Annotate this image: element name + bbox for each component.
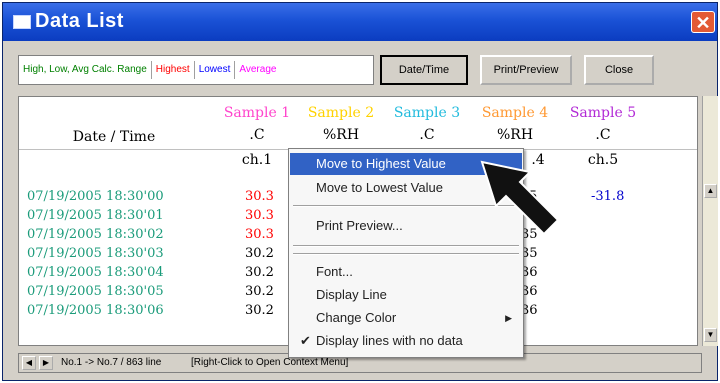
row-sample-1: 30.3 (245, 189, 274, 204)
window-icon (13, 15, 31, 29)
legend-lowest: Lowest (195, 61, 236, 79)
scroll-up-arrow-icon[interactable]: ▲ (704, 184, 717, 198)
row-sample-5: -31.8 (591, 189, 625, 204)
checkmark-icon: ✔ (300, 333, 311, 348)
menu-item-display-line[interactable]: Display Line (290, 284, 522, 306)
sample-2-unit: %RH (322, 127, 360, 143)
submenu-arrow-icon: ▶ (505, 313, 512, 323)
sample-1-unit: .C (249, 127, 265, 143)
menu-item-font[interactable]: Font... (290, 261, 522, 283)
row-datetime: 07/19/2005 18:30'04 (27, 265, 164, 280)
sample-4-header: Sample 4 (481, 105, 549, 121)
sample-4-unit: %RH (496, 127, 534, 143)
legend-box: High, Low, Avg Calc. Range Highest Lowes… (18, 55, 374, 85)
menu-item-label: Print Preview... (316, 218, 403, 233)
vertical-scrollbar[interactable]: ▲ ▼ (702, 96, 718, 346)
sample-1-header: Sample 1 (223, 105, 291, 121)
row-sample-1: 30.3 (245, 227, 274, 242)
close-button[interactable]: Close (584, 55, 654, 85)
legend-highest: Highest (152, 61, 195, 79)
sample-2-header: Sample 2 (307, 105, 375, 121)
sample-5-unit: .C (595, 127, 611, 143)
scroll-down-arrow-icon[interactable]: ▼ (704, 328, 717, 342)
prev-arrow-icon[interactable]: ◀ (22, 356, 36, 370)
legend-range: High, Low, Avg Calc. Range (19, 61, 152, 79)
menu-item-change-color[interactable]: Change Color ▶ (290, 307, 522, 329)
sample-1-channel: ch.1 (241, 152, 273, 168)
menu-item-label: Move to Highest Value (316, 156, 446, 171)
row-sample-1: 30.2 (245, 265, 274, 280)
menu-item-label: Display Line (316, 287, 387, 302)
sample-5-channel: ch.5 (587, 152, 619, 168)
title-bar[interactable]: Data List ✕ (3, 3, 717, 41)
menu-item-display-lines-no-data[interactable]: ✔ Display lines with no data (290, 330, 522, 352)
pointer-arrow-icon (480, 160, 560, 236)
window-title: Data List (35, 10, 124, 32)
close-window-button[interactable]: ✕ (691, 11, 715, 33)
row-datetime: 07/19/2005 18:30'05 (27, 284, 164, 299)
row-datetime: 07/19/2005 18:30'02 (27, 227, 164, 242)
row-datetime: 07/19/2005 18:30'00 (27, 189, 164, 204)
menu-item-label: Change Color (316, 310, 397, 325)
menu-separator (293, 253, 519, 255)
line-info: No.1 -> No.7 / 863 line (61, 357, 162, 368)
row-datetime: 07/19/2005 18:30'06 (27, 303, 164, 318)
menu-item-label: Font... (316, 264, 353, 279)
menu-separator (293, 245, 519, 247)
row-sample-1: 30.2 (245, 246, 274, 261)
row-datetime: 07/19/2005 18:30'03 (27, 246, 164, 261)
print-preview-button[interactable]: Print/Preview (480, 55, 572, 85)
sample-5-header: Sample 5 (569, 105, 637, 121)
row-datetime: 07/19/2005 18:30'01 (27, 208, 164, 223)
menu-item-label: Display lines with no data (316, 333, 463, 348)
sample-3-unit: .C (419, 127, 435, 143)
status-hint: [Right-Click to Open Context Menu] (191, 357, 349, 368)
menu-item-label: Move to Lowest Value (316, 180, 443, 195)
sample-3-header: Sample 3 (393, 105, 461, 121)
row-sample-1: 30.3 (245, 208, 274, 223)
datetime-button[interactable]: Date/Time (380, 55, 468, 85)
datetime-header: Date / Time (72, 129, 156, 145)
row-sample-1: 30.2 (245, 303, 274, 318)
legend-average: Average (239, 64, 277, 75)
next-arrow-icon[interactable]: ▶ (39, 356, 53, 370)
row-sample-1: 30.2 (245, 284, 274, 299)
